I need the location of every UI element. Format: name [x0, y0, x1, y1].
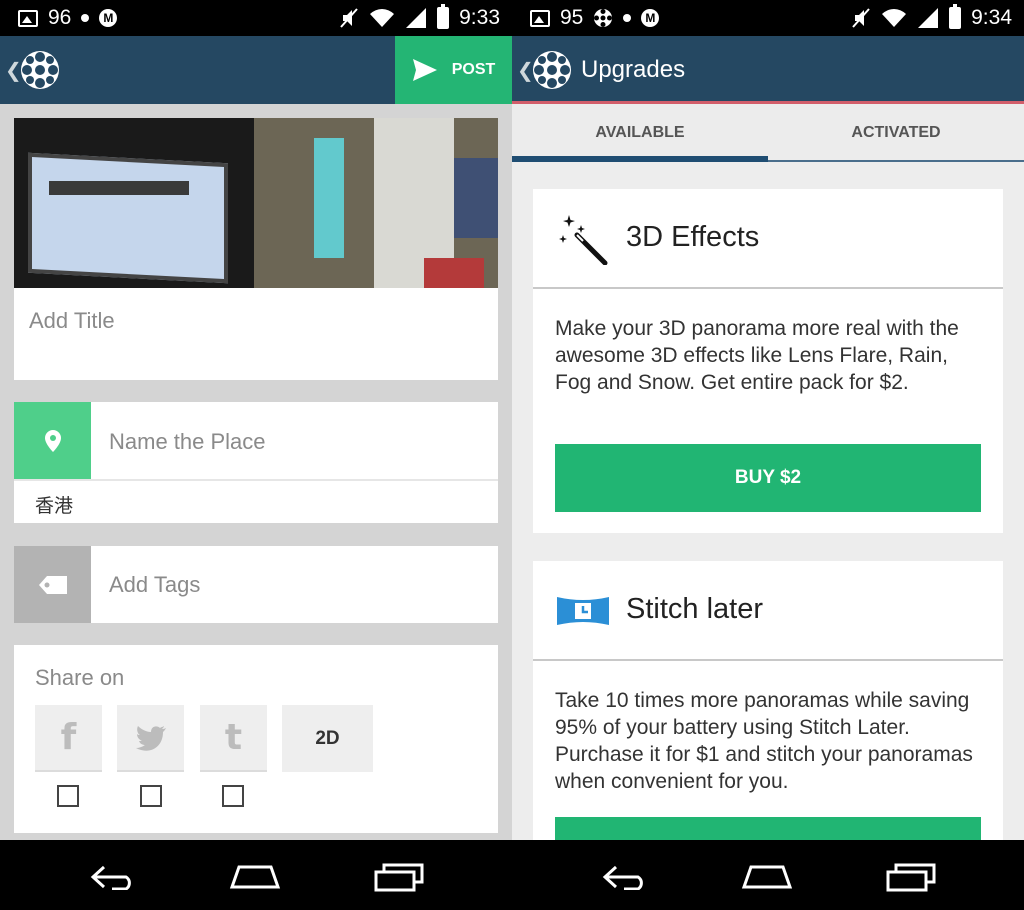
notification-count: 95 [560, 6, 584, 29]
navigation-bar [512, 840, 1024, 910]
facebook-icon: f [60, 717, 77, 758]
mode-2d-label: 2D [315, 727, 340, 749]
upgrade-card-header: 3D Effects [533, 189, 1003, 289]
location-pin-icon [44, 429, 61, 452]
signal-icon [918, 8, 939, 28]
send-icon [412, 59, 437, 81]
place-card: Name the Place 香港 [14, 402, 498, 523]
magic-wand-icon [559, 215, 608, 265]
dot-icon [81, 14, 90, 22]
clock: 9:34 [971, 6, 1012, 29]
photo-title-card: Add Title [14, 118, 498, 380]
signal-icon [406, 8, 427, 28]
upgrade-card-3d-effects: 3D Effects Make your 3D panorama more re… [533, 189, 1003, 533]
motorola-icon: M [641, 9, 660, 27]
motorola-icon: M [99, 9, 118, 27]
tags-card: Add Tags [14, 546, 498, 623]
post-button[interactable]: POST [395, 36, 512, 104]
notification-count: 96 [48, 6, 72, 29]
twitter-share-button[interactable] [117, 705, 184, 772]
navigation-bar [0, 840, 512, 910]
tab-available[interactable]: AVAILABLE [512, 104, 768, 162]
active-tab-indicator [512, 156, 768, 162]
post-screen: 96 M 9:33 ❮ POST Add Title Name the Plac… [0, 0, 512, 910]
tags-input[interactable]: Add Tags [109, 572, 200, 598]
battery-icon [437, 4, 450, 29]
twitter-checkbox[interactable] [140, 785, 162, 807]
tumblr-checkbox[interactable] [222, 785, 244, 807]
app-notification-icon [594, 9, 613, 27]
place-value[interactable]: 香港 [35, 491, 73, 518]
panorama-clock-icon [557, 597, 609, 625]
panorama-preview[interactable] [14, 118, 498, 288]
post-label: POST [451, 61, 496, 78]
app-logo-icon[interactable] [20, 50, 60, 90]
place-input[interactable]: Name the Place [109, 429, 266, 455]
share-card: Share on f t 2D [14, 645, 498, 833]
tumblr-icon: t [224, 717, 243, 758]
buy-stitch-later-button[interactable] [555, 817, 981, 840]
tag-icon-box [14, 546, 91, 623]
twitter-icon [135, 725, 166, 751]
upgrade-card-stitch-later: Stitch later Take 10 times more panorama… [533, 561, 1003, 840]
status-bar: 95 M 9:34 [512, 0, 1024, 36]
place-icon-box [14, 402, 91, 479]
wifi-icon [882, 9, 907, 27]
wifi-icon [370, 9, 395, 27]
facebook-share-button[interactable]: f [35, 705, 102, 772]
upgrades-screen: 95 M 9:34 ❮ Upgrades AVAILABLE ACTIVATED… [512, 0, 1024, 910]
gallery-notification-icon [530, 9, 550, 27]
mute-icon [852, 8, 870, 28]
back-icon[interactable] [90, 864, 138, 890]
recent-apps-icon[interactable] [374, 862, 424, 892]
tag-icon [38, 575, 67, 594]
dot-icon [623, 14, 632, 22]
buy-3d-effects-button[interactable]: BUY $2 [555, 444, 981, 512]
home-icon[interactable] [741, 864, 793, 890]
app-bar: ❮ Upgrades [512, 36, 1024, 104]
upgrade-description: Take 10 times more panoramas while savin… [555, 689, 973, 793]
upgrade-card-header: Stitch later [533, 561, 1003, 661]
title-input[interactable]: Add Title [29, 308, 115, 334]
tab-bar: AVAILABLE ACTIVATED [512, 104, 1024, 162]
app-logo-icon[interactable] [532, 50, 572, 90]
upgrade-title: Stitch later [626, 593, 763, 625]
status-bar: 96 M 9:33 [0, 0, 512, 36]
upgrade-title: 3D Effects [626, 221, 760, 253]
mute-icon [340, 8, 358, 28]
battery-icon [949, 4, 962, 29]
upgrade-description: Make your 3D panorama more real with the… [555, 317, 959, 394]
home-icon[interactable] [229, 864, 281, 890]
gallery-notification-icon [18, 9, 38, 27]
tumblr-share-button[interactable]: t [200, 705, 267, 772]
buy-button-label: BUY $2 [734, 467, 802, 488]
recent-apps-icon[interactable] [886, 862, 936, 892]
app-bar: ❮ POST [0, 36, 512, 104]
share-label: Share on [35, 665, 125, 690]
tab-activated[interactable]: ACTIVATED [768, 104, 1024, 162]
page-title: Upgrades [581, 56, 686, 83]
mode-2d-button[interactable]: 2D [282, 705, 373, 772]
clock: 9:33 [459, 6, 500, 29]
back-icon[interactable] [602, 864, 650, 890]
facebook-checkbox[interactable] [57, 785, 79, 807]
